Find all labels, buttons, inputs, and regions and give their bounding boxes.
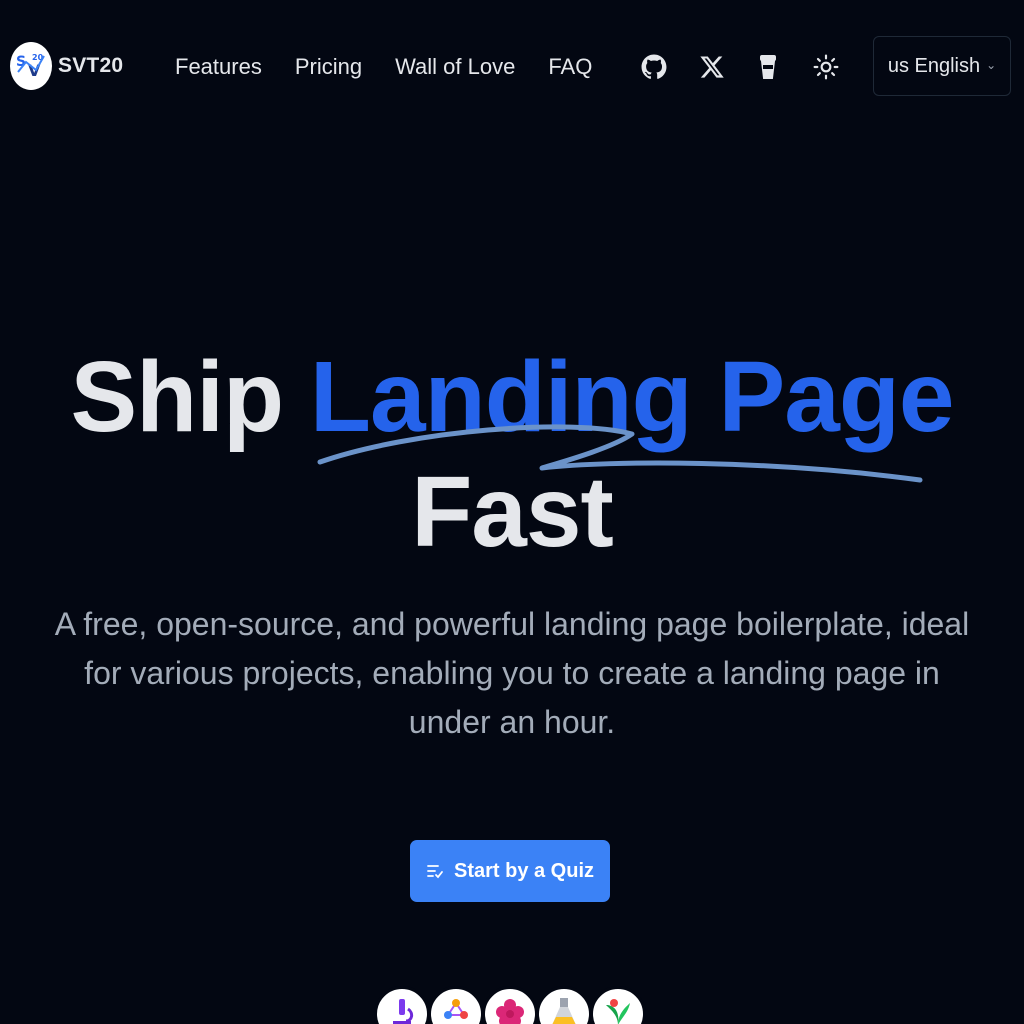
hero-subtitle: A free, open-source, and powerful landin… [54, 606, 970, 740]
nav-features[interactable]: Features [175, 54, 262, 80]
start-quiz-button[interactable]: Start by a Quiz [410, 840, 610, 902]
coffee-cup-icon[interactable] [753, 52, 783, 82]
site-header: S V 20 SVT20 Features Pricing Wall of Lo… [0, 0, 1024, 136]
molecule-icon [428, 986, 484, 1024]
main-nav: Features Pricing Wall of Love FAQ [175, 54, 592, 80]
x-icon[interactable] [697, 52, 727, 82]
underline-squiggle [317, 424, 923, 483]
brand-name: SVT20 [58, 54, 124, 77]
start-quiz-label: Start by a Quiz [453, 859, 595, 882]
brand-link[interactable]: S V 20 SVT20 [10, 42, 123, 90]
sun-icon[interactable] [811, 52, 841, 82]
language-label: us English [887, 54, 981, 77]
plant-icon [590, 986, 646, 1024]
nav-faq[interactable]: FAQ [548, 54, 592, 80]
github-icon[interactable] [639, 52, 669, 82]
avatar-group [374, 986, 646, 1024]
chevron-down-icon: ⌄ [986, 58, 997, 72]
nav-wall-of-love[interactable]: Wall of Love [395, 54, 515, 80]
list-check-icon [427, 865, 443, 879]
flower-icon [482, 986, 538, 1024]
flask-icon [536, 986, 592, 1024]
nav-pricing[interactable]: Pricing [295, 54, 362, 80]
hero-title-part1: Ship [70, 341, 284, 453]
language-select[interactable]: us English ⌄ [873, 36, 1011, 96]
logo-icon: S V 20 [10, 42, 52, 90]
microscope-icon [374, 986, 430, 1024]
